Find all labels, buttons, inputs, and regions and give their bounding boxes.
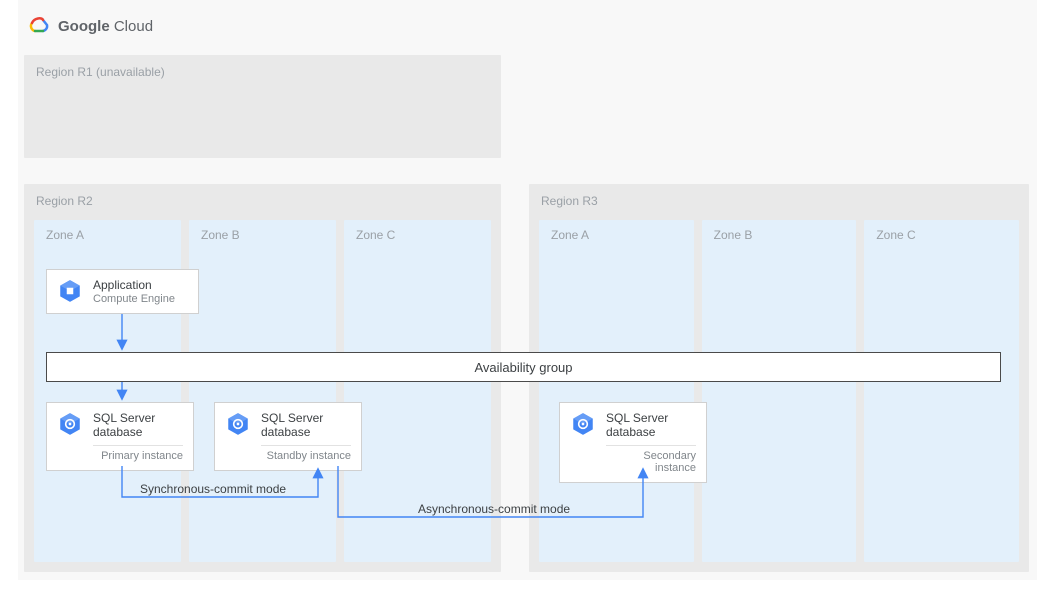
brand: Google Cloud [28,16,153,37]
node-db-standby-role: Standby instance [261,445,351,462]
sql-server-icon [57,411,83,437]
availability-group-label: Availability group [474,360,572,375]
region-r1-label: Region R1 (unavailable) [36,65,165,79]
availability-group-bar: Availability group [46,352,1001,382]
label-sync-commit: Synchronous-commit mode [140,482,286,496]
diagram-canvas: Google Cloud Region R1 (unavailable) Reg… [18,0,1037,580]
node-db-primary: SQL Server database Primary instance [46,402,194,471]
google-cloud-logo-icon [28,16,50,37]
node-application-title: Application [93,278,188,292]
label-async-commit: Asynchronous-commit mode [418,502,570,516]
r2-zone-b: Zone B [189,220,336,562]
node-db-primary-title: SQL Server database [93,411,183,439]
node-db-primary-role: Primary instance [93,445,183,462]
node-db-standby: SQL Server database Standby instance [214,402,362,471]
sql-server-icon [225,411,251,437]
r3-zone-c: Zone C [864,220,1019,562]
node-db-secondary: SQL Server database Secondary instance [559,402,707,483]
region-r3-label: Region R3 [541,194,598,208]
node-db-secondary-role: Secondary instance [606,445,696,474]
region-r1: Region R1 (unavailable) [24,55,501,158]
compute-engine-icon [57,278,83,304]
node-application-subtitle: Compute Engine [93,293,188,305]
sql-server-icon [570,411,596,437]
brand-text: Google Cloud [58,18,153,35]
node-db-secondary-title: SQL Server database [606,411,696,439]
node-db-standby-title: SQL Server database [261,411,351,439]
r3-zone-b: Zone B [702,220,857,562]
region-r2-label: Region R2 [36,194,93,208]
node-application: Application Compute Engine [46,269,199,314]
